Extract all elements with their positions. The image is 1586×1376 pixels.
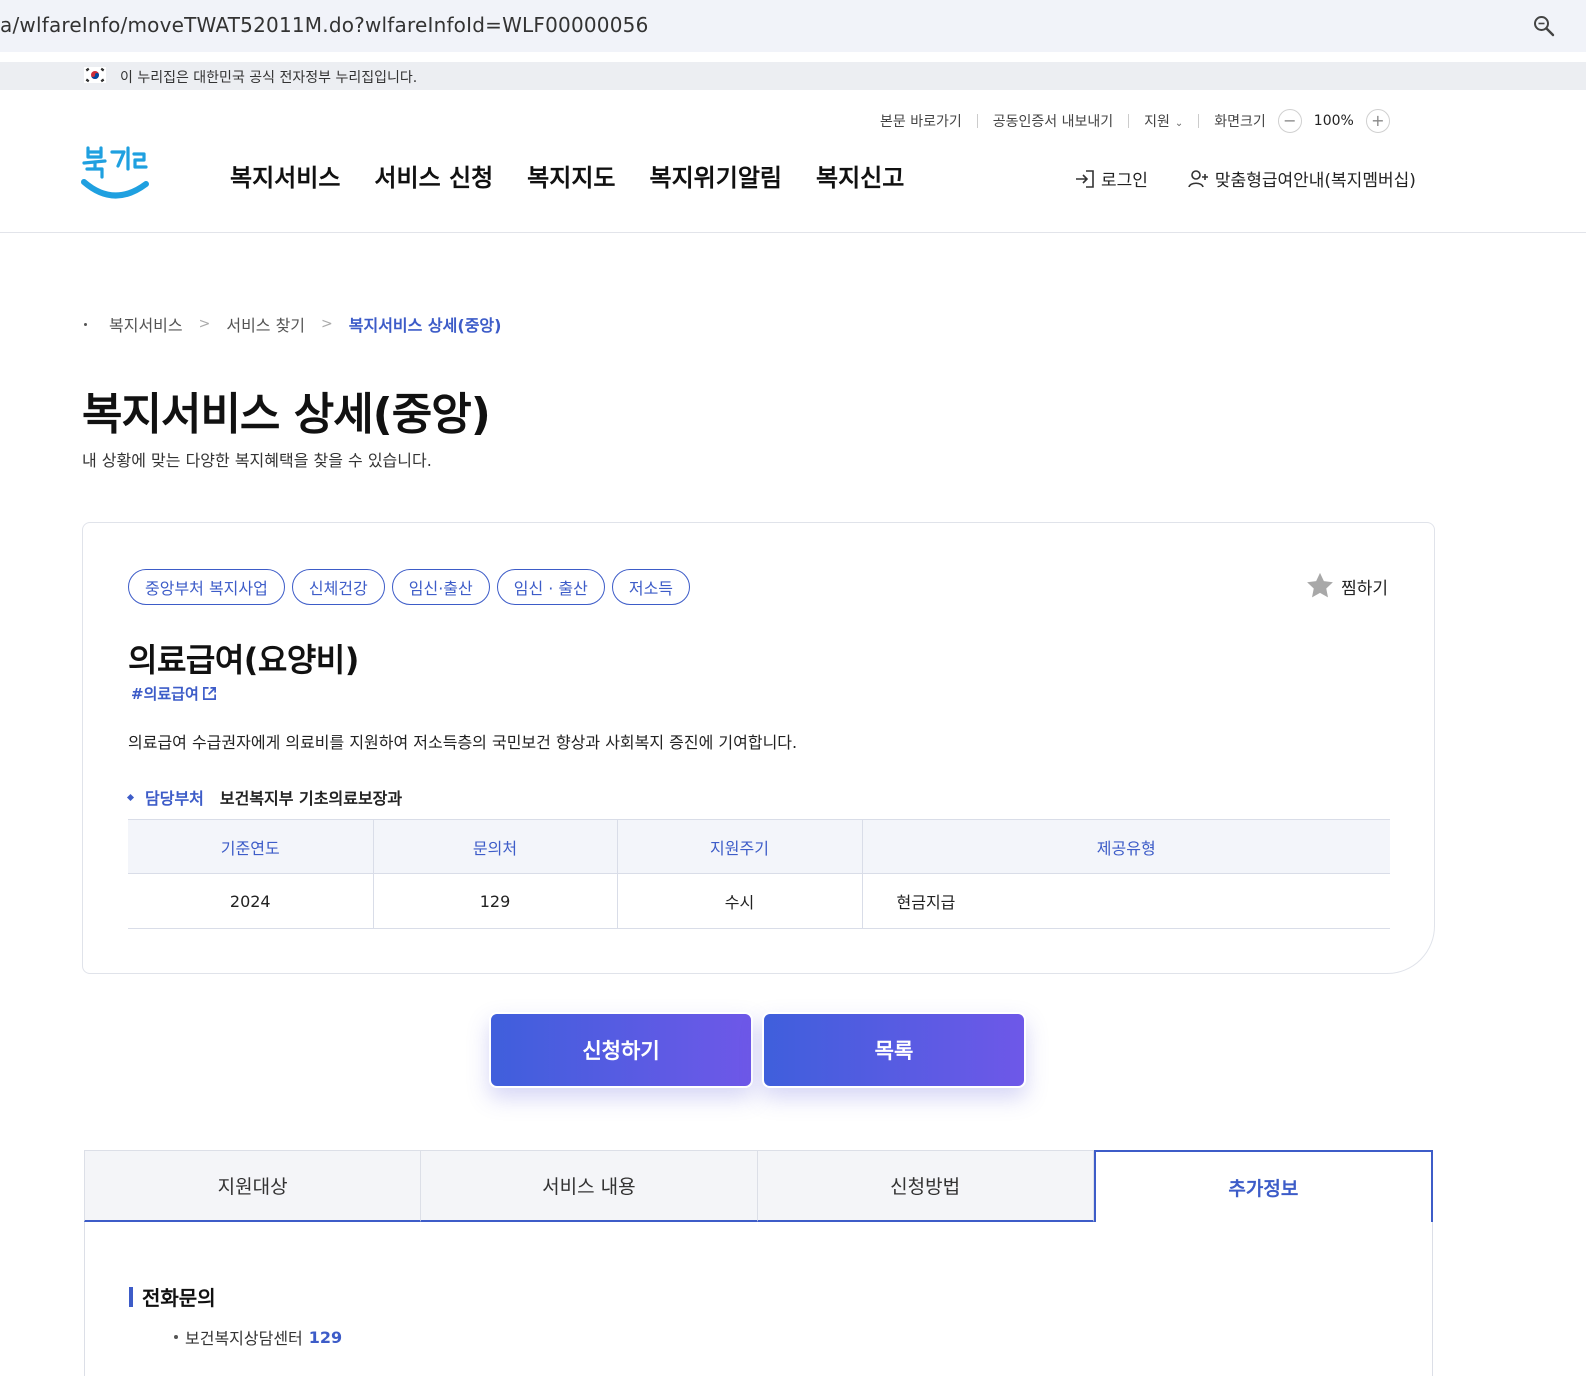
breadcrumb-item[interactable]: 서비스 찾기 bbox=[226, 312, 305, 336]
korean-flag-icon bbox=[84, 67, 106, 83]
spacer bbox=[0, 52, 1586, 62]
tag[interactable]: 임신·출산 bbox=[391, 569, 490, 605]
divider bbox=[976, 114, 978, 128]
table-row: 2024 129 수시 현금지급 bbox=[128, 873, 1390, 929]
list-button[interactable]: 목록 bbox=[762, 1012, 1026, 1088]
gov-banner: 이 누리집은 대한민국 공식 전자정부 누리집입니다. bbox=[0, 62, 1586, 90]
header-actions: 로그인 맞춤형급여안내(복지멤버십) bbox=[1074, 166, 1416, 191]
page-subtitle: 내 상황에 맞는 다양한 복지혜택을 찾을 수 있습니다. bbox=[82, 451, 432, 470]
divider bbox=[1128, 114, 1130, 128]
department-value: 보건복지부 기초의료보장과 bbox=[219, 789, 403, 808]
tab-bar: 지원대상 서비스 내용 신청방법 추가정보 bbox=[84, 1150, 1433, 1222]
cert-export-link[interactable]: 공동인증서 내보내기 bbox=[993, 111, 1113, 131]
browser-address-bar[interactable]: a/wlfareInfo/moveTWAT52011M.do?wlfareInf… bbox=[0, 0, 1586, 52]
zoom-magnifier-icon[interactable] bbox=[1532, 14, 1556, 38]
gov-banner-text: 이 누리집은 대한민국 공식 전자정부 누리집입니다. bbox=[120, 70, 418, 86]
diamond-bullet-icon bbox=[126, 793, 135, 801]
section-marker bbox=[129, 1286, 133, 1307]
chevron-down-icon: ⌄ bbox=[1174, 118, 1184, 129]
table-cell: 129 bbox=[372, 873, 617, 929]
user-add-icon bbox=[1188, 169, 1208, 187]
service-description: 의료급여 수급권자에게 의료비를 지원하여 저소득층의 국민보건 향상과 사회복… bbox=[128, 733, 798, 752]
bokjiro-logo-icon bbox=[81, 146, 149, 199]
login-link[interactable]: 로그인 bbox=[1074, 166, 1148, 191]
breadcrumb-home-dot bbox=[84, 322, 87, 326]
chevron-right-icon: > bbox=[198, 316, 211, 332]
login-label: 로그인 bbox=[1101, 171, 1148, 191]
skip-to-content-link[interactable]: 본문 바로가기 bbox=[880, 111, 962, 131]
table-cell: 수시 bbox=[616, 873, 862, 929]
tab-eligibility[interactable]: 지원대상 bbox=[84, 1150, 422, 1222]
bookmark-label: 찜하기 bbox=[1341, 578, 1388, 599]
external-link-icon bbox=[202, 687, 216, 700]
nav-welfare-service[interactable]: 복지서비스 bbox=[230, 158, 340, 193]
service-name: 의료급여(요양비) bbox=[128, 641, 359, 679]
nav-welfare-map[interactable]: 복지지도 bbox=[527, 158, 615, 193]
table-header: 지원주기 bbox=[616, 819, 862, 874]
page-title: 복지서비스 상세(중앙) bbox=[82, 389, 491, 440]
url-text[interactable]: a/wlfareInfo/moveTWAT52011M.do?wlfareInf… bbox=[0, 13, 649, 37]
star-icon bbox=[1307, 572, 1333, 598]
service-card: 중앙부처 복지사업 신체건강 임신·출산 임신 · 출산 저소득 찜하기 의료급… bbox=[82, 522, 1435, 974]
table-header-row: 기준연도 문의처 지원주기 제공유형 bbox=[128, 819, 1390, 874]
department-label: 담당부처 bbox=[145, 789, 204, 808]
breadcrumb: 복지서비스 > 서비스 찾기 > 복지서비스 상세(중앙) bbox=[84, 312, 501, 336]
breadcrumb-item[interactable]: 복지서비스 bbox=[109, 312, 183, 336]
tag[interactable]: 저소득 bbox=[611, 569, 691, 605]
table-cell: 2024 bbox=[128, 873, 373, 929]
membership-label: 맞춤형급여안내(복지멤버십) bbox=[1214, 171, 1416, 191]
header-divider bbox=[0, 232, 1586, 233]
tag[interactable]: 신체건강 bbox=[291, 569, 385, 605]
section-title-text: 전화문의 bbox=[142, 1286, 216, 1310]
contact-number[interactable]: 129 bbox=[309, 1328, 342, 1347]
zoom-in-button[interactable]: + bbox=[1365, 109, 1390, 133]
table-cell: 현금지급 bbox=[861, 873, 1390, 929]
tab-panel bbox=[84, 1222, 1433, 1376]
zoom-out-button[interactable]: − bbox=[1277, 109, 1302, 133]
list-bullet bbox=[174, 1335, 178, 1339]
apply-button[interactable]: 신청하기 bbox=[489, 1012, 753, 1088]
main-nav: 복지서비스 서비스 신청 복지지도 복지위기알림 복지신고 bbox=[230, 158, 904, 193]
tag-list: 중앙부처 복지사업 신체건강 임신·출산 임신 · 출산 저소득 bbox=[128, 569, 691, 605]
breadcrumb-current: 복지서비스 상세(중앙) bbox=[348, 316, 502, 335]
nav-service-apply[interactable]: 서비스 신청 bbox=[374, 158, 493, 193]
contact-name: 보건복지상담센터 bbox=[185, 1329, 303, 1348]
support-dropdown[interactable]: 지원 ⌄ bbox=[1144, 111, 1183, 131]
department-row: 담당부처 보건복지부 기초의료보장과 bbox=[126, 785, 403, 809]
support-label: 지원 bbox=[1144, 114, 1170, 130]
chevron-right-icon: > bbox=[321, 316, 333, 332]
login-icon bbox=[1076, 169, 1094, 188]
membership-link[interactable]: 맞춤형급여안내(복지멤버십) bbox=[1188, 166, 1416, 191]
site-logo[interactable] bbox=[80, 142, 152, 204]
utility-nav: 본문 바로가기 공동인증서 내보내기 지원 ⌄ 화면크기 − 100% + bbox=[880, 109, 1390, 133]
tag[interactable]: 임신 · 출산 bbox=[496, 569, 605, 605]
table-header: 기준연도 bbox=[128, 819, 373, 874]
table-header: 제공유형 bbox=[861, 819, 1390, 874]
tab-how-to-apply[interactable]: 신청방법 bbox=[757, 1150, 1094, 1222]
hashtag-label: #의료급여 bbox=[131, 685, 199, 703]
zoom-level: 100% bbox=[1313, 113, 1354, 129]
nav-welfare-report[interactable]: 복지신고 bbox=[816, 158, 904, 193]
nav-crisis-alert[interactable]: 복지위기알림 bbox=[650, 158, 782, 193]
bookmark-button[interactable]: 찜하기 bbox=[1305, 571, 1388, 601]
section-title: 전화문의 bbox=[129, 1282, 216, 1311]
tag[interactable]: 중앙부처 복지사업 bbox=[128, 569, 285, 605]
table-header: 문의처 bbox=[372, 819, 617, 874]
screen-size-label: 화면크기 bbox=[1214, 114, 1266, 130]
divider bbox=[1198, 114, 1200, 128]
contact-item: 보건복지상담센터 129 bbox=[174, 1325, 342, 1349]
hashtag-link[interactable]: #의료급여 bbox=[131, 683, 217, 704]
tab-additional-info[interactable]: 추가정보 bbox=[1093, 1150, 1433, 1222]
tab-service-content[interactable]: 서비스 내용 bbox=[421, 1150, 758, 1222]
service-info-table: 기준연도 문의처 지원주기 제공유형 2024 129 수시 현금지급 bbox=[128, 819, 1390, 929]
